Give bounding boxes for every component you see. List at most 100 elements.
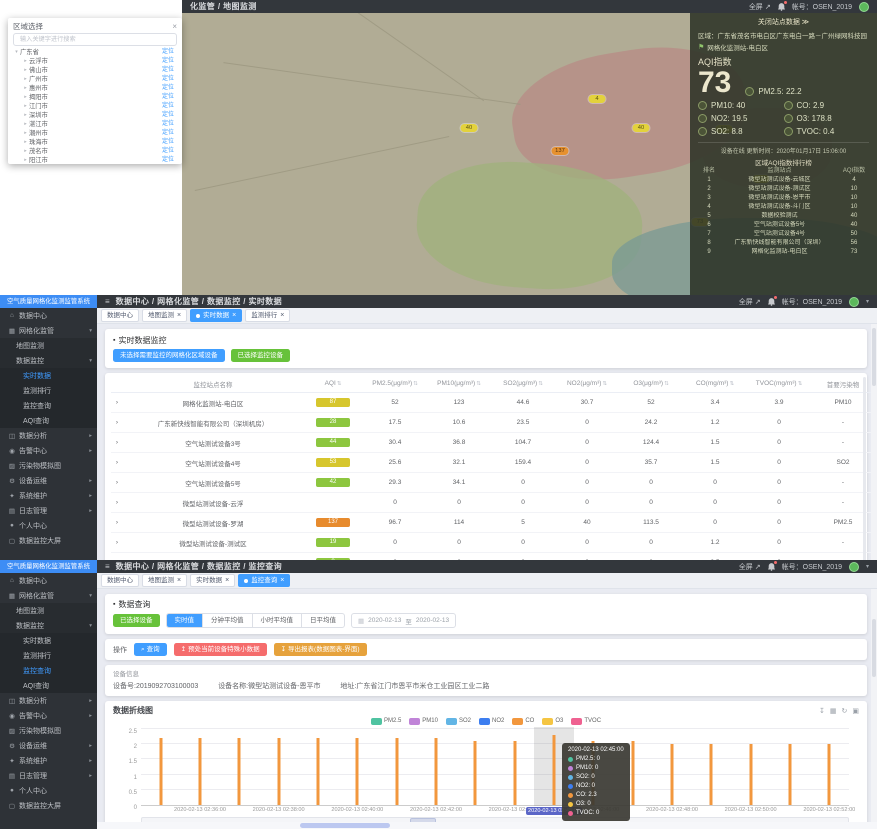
fullscreen-button[interactable]: 全屏↗ — [739, 562, 761, 572]
tree-node-city[interactable]: ▸江门市定位 — [13, 102, 177, 111]
sidebar-item-系统维护[interactable]: ✦系统维护▸ — [0, 488, 97, 503]
ranking-row[interactable]: 5数据校验测试40 — [698, 212, 869, 221]
sidebar-item-告警中心[interactable]: ◉告警中心▸ — [0, 708, 97, 723]
co-bar[interactable] — [828, 744, 831, 805]
table-row[interactable]: ›微型站测试设备-云浮0000000- — [111, 493, 875, 513]
sidebar-item-监控查询[interactable]: 监控查询 — [0, 398, 97, 413]
tab-实时数据[interactable]: 实时数据× — [190, 574, 235, 587]
fullscreen-button[interactable]: 全屏↗ — [739, 297, 761, 307]
panel-collapse-button[interactable]: 关闭站点数据 ≫ — [698, 17, 869, 27]
sidebar-item-数据监控[interactable]: 数据监控▾ — [0, 353, 97, 368]
tree-node-city[interactable]: ▸深圳市定位 — [13, 111, 177, 120]
notifications-button[interactable] — [768, 563, 775, 571]
locate-link[interactable]: 定位 — [162, 129, 174, 138]
select-device-button[interactable]: 已选择设备 — [113, 614, 160, 627]
column-header[interactable]: 监控站点名称 — [123, 375, 303, 393]
legend-item-O3[interactable]: O3 — [542, 718, 563, 725]
co-bar[interactable] — [513, 741, 516, 805]
close-tab-icon[interactable]: × — [177, 310, 181, 321]
legend-item-PM10[interactable]: PM10 — [409, 718, 438, 725]
table-row[interactable]: ›网格化监测站-电白区875212344.630.7523.43.9PM10 — [111, 393, 875, 413]
user-avatar[interactable] — [849, 562, 859, 572]
sidebar-item-实时数据[interactable]: 实时数据 — [0, 368, 97, 383]
hamburger-icon[interactable]: ≡ — [105, 297, 110, 306]
chart-type-icon[interactable]: ▣ — [852, 707, 859, 715]
sort-icon[interactable]: ⇅ — [729, 381, 734, 387]
scrollbar-thumb[interactable] — [300, 823, 390, 828]
tab-地图监测[interactable]: 地图监测× — [142, 574, 187, 587]
table-row[interactable]: ›广东新快线智能有限公司（深圳机房）2817.510.623.5024.21.2… — [111, 413, 875, 433]
row-expander[interactable]: › — [111, 393, 123, 413]
co-bar[interactable] — [671, 744, 674, 805]
account-label[interactable]: 帐号：OSEN_2019 — [792, 2, 852, 12]
co-bar[interactable] — [789, 744, 792, 805]
tree-node-city[interactable]: ▸湛江市定位 — [13, 120, 177, 129]
user-avatar[interactable] — [849, 297, 859, 307]
table-row[interactable]: ›空气站测试设备5号4229.334.100000- — [111, 473, 875, 493]
sidebar-item-数据监控大屏[interactable]: ▢数据监控大屏 — [0, 533, 97, 548]
column-header[interactable]: PM2.5(μg/m³)⇅ — [363, 375, 427, 393]
locate-link[interactable]: 定位 — [162, 138, 174, 147]
date-to[interactable]: 2020-02-13 — [416, 617, 449, 624]
row-expander[interactable]: › — [111, 473, 123, 493]
ranking-row[interactable]: 9网格化监测站-电白区73 — [698, 248, 869, 257]
co-bar[interactable] — [474, 741, 477, 805]
locate-link[interactable]: 定位 — [162, 147, 174, 156]
column-header[interactable]: O3(μg/m³)⇅ — [619, 375, 683, 393]
sidebar-item-污染物模拟图[interactable]: ▨污染物模拟图 — [0, 458, 97, 473]
co-bar[interactable] — [356, 738, 359, 805]
tab-地图监测[interactable]: 地图监测× — [142, 309, 187, 322]
locate-link[interactable]: 定位 — [162, 120, 174, 129]
notifications-button[interactable] — [778, 3, 785, 11]
sidebar-item-监测排行[interactable]: 监测排行 — [0, 383, 97, 398]
sort-icon[interactable]: ⇅ — [337, 381, 342, 387]
sidebar-item-数据监控大屏[interactable]: ▢数据监控大屏 — [0, 798, 97, 813]
scrollbar-thumb[interactable] — [872, 328, 876, 386]
repair-data-button[interactable]: ↥预处当前设备特殊小数据 — [174, 643, 267, 656]
row-expander[interactable]: › — [111, 533, 123, 553]
tree-node-city[interactable]: ▸阳江市定位 — [13, 156, 177, 164]
sidebar-item-日志管理[interactable]: ▤日志管理▸ — [0, 503, 97, 518]
locate-link[interactable]: 定位 — [162, 57, 174, 66]
table-row[interactable]: ›微型站测试设备-罗湖13796.7114540113.500PM2.5 — [111, 513, 875, 533]
sort-icon[interactable]: ⇅ — [538, 381, 543, 387]
sidebar-item-数据分析[interactable]: ◫数据分析▸ — [0, 693, 97, 708]
tree-node-city[interactable]: ▸惠州市定位 — [13, 84, 177, 93]
chart-plot-area[interactable]: 00.511.522.52020-02-13 02:36:002020-02-1… — [141, 729, 849, 806]
tab-实时数据[interactable]: 实时数据× — [190, 309, 242, 322]
segment-实时值[interactable]: 实时值 — [167, 614, 203, 627]
legend-item-TVOC[interactable]: TVOC — [571, 718, 601, 725]
co-bar[interactable] — [435, 738, 438, 805]
ranking-row[interactable]: 4微型站测试设备-斗门区10 — [698, 203, 869, 212]
user-avatar[interactable] — [859, 2, 869, 12]
legend-item-PM2.5[interactable]: PM2.5 — [371, 718, 401, 725]
sort-icon[interactable]: ⇅ — [476, 381, 481, 387]
column-header[interactable]: NO2(μg/m³)⇅ — [555, 375, 619, 393]
map-aqi-marker[interactable]: 4 — [589, 95, 606, 103]
ranking-row[interactable]: 1微型站测试设备-云城区4 — [698, 176, 869, 185]
tree-node-province[interactable]: ▾广东省定位 — [13, 48, 177, 57]
locate-link[interactable]: 定位 — [162, 102, 174, 111]
row-expander[interactable]: › — [111, 513, 123, 533]
sidebar-item-设备运维[interactable]: ⚙设备运维▸ — [0, 738, 97, 753]
table-row[interactable]: ›空气站测试设备3号4430.436.8104.70124.41.50- — [111, 433, 875, 453]
sort-icon[interactable]: ⇅ — [798, 381, 803, 387]
sidebar-item-告警中心[interactable]: ◉告警中心▸ — [0, 443, 97, 458]
sidebar-item-网格化监管[interactable]: ▦网格化监管▾ — [0, 323, 97, 338]
co-bar[interactable] — [395, 738, 398, 805]
map-aqi-marker[interactable]: 137 — [552, 147, 569, 155]
column-header[interactable]: AQI⇅ — [303, 375, 363, 393]
column-header[interactable]: TVOC(mg/m³)⇅ — [747, 375, 811, 393]
sidebar-item-数据监控[interactable]: 数据监控▾ — [0, 618, 97, 633]
co-bar[interactable] — [749, 744, 752, 805]
column-header[interactable]: SO2(μg/m³)⇅ — [491, 375, 555, 393]
table-row[interactable]: ›微型站测试设备-恩平市8000000.50- — [111, 553, 875, 561]
locate-link[interactable]: 定位 — [162, 75, 174, 84]
table-row[interactable]: ›空气站测试设备4号5325.632.1159.4035.71.50SO2 — [111, 453, 875, 473]
ranking-row[interactable]: 7空气站测试设备4号50 — [698, 230, 869, 239]
tree-node-city[interactable]: ▸潮州市定位 — [13, 129, 177, 138]
selected-devices-button[interactable]: 已选择监控设备 — [231, 349, 291, 362]
legend-item-CO[interactable]: CO — [512, 718, 534, 725]
sort-icon[interactable]: ⇅ — [664, 381, 669, 387]
sort-icon[interactable]: ⇅ — [413, 381, 418, 387]
